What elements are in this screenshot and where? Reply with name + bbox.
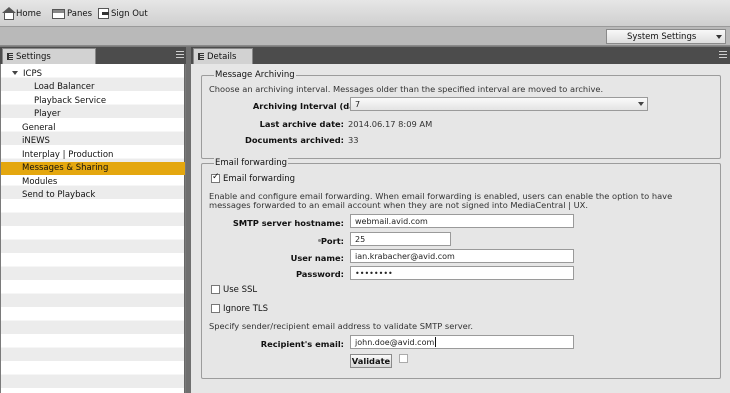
tree-item-inews[interactable]: iNEWS [1,135,185,149]
home-button[interactable]: Home [2,6,42,21]
panel-menu-icon[interactable] [176,51,184,59]
email-forwarding-checkbox-label: Email forwarding [223,174,296,184]
details-panel: Message Archiving Choose an archiving in… [191,64,730,393]
tree-item-player[interactable]: Player [1,108,185,122]
layout-strip: System Settings [0,27,730,46]
user-name-label: User name: [290,253,344,263]
tree-item-label: Load Balancer [34,82,95,93]
tree-item-label: ICPS [23,68,42,79]
tree-item-label: General [22,122,56,133]
tree-item-label: Messages & Sharing [22,163,109,174]
ignore-tls-checkbox[interactable] [211,304,220,313]
tab-details-label: Details [207,51,237,62]
settings-tree: ICPS Load Balancer Playback Service Play… [1,64,185,393]
list-icon [7,53,13,60]
archiving-interval-value: 7 [355,99,361,109]
last-archive-date-value: 2014.06.17 8:09 AM [348,119,433,129]
archiving-interval-select[interactable]: 7 [350,97,648,111]
settings-panel-header: Settings [0,47,186,64]
system-settings-value: System Settings [627,31,697,42]
email-forwarding-legend: Email forwarding [214,158,289,168]
tree-item-label: Playback Service [34,95,107,106]
email-forwarding-description-line2: messages forwarded to an email account w… [209,200,588,210]
tree-item-send-to-playback[interactable]: Send to Playback [1,189,185,203]
tree-item-load-balancer[interactable]: Load Balancer [1,81,185,95]
archiving-description: Choose an archiving interval. Messages o… [209,84,604,94]
tree-item-label: Send to Playback [22,190,96,201]
last-archive-date-label: Last archive date: [259,119,344,129]
sign-out-label: Sign Out [111,8,148,19]
home-icon [2,6,16,20]
tree-item-interplay-production[interactable]: Interplay | Production [1,148,185,162]
tree-item-label: Player [34,109,61,120]
system-settings-dropdown[interactable]: System Settings [606,29,726,44]
tab-settings-label: Settings [16,51,51,62]
home-label: Home [16,8,42,19]
tree-item-messages-sharing[interactable]: Messages & Sharing [1,161,185,175]
use-ssl-checkbox[interactable] [211,285,220,294]
recipient-email-label: Recipient's email: [260,339,344,349]
recipient-email-input[interactable]: john.doe@avid.com [350,335,574,349]
use-ssl-label: Use SSL [223,285,258,295]
smtp-hostname-input[interactable]: webmail.avid.com [350,214,574,228]
panes-icon [52,8,65,19]
message-archiving-legend: Message Archiving [214,70,296,80]
tab-settings[interactable]: Settings [2,48,96,64]
email-forwarding-checkbox[interactable] [211,172,220,183]
tab-details[interactable]: Details [193,48,253,64]
sign-out-button[interactable]: Sign Out [98,6,148,21]
tree-item-label: iNEWS [22,136,50,147]
password-input[interactable]: •••••••• [350,266,574,280]
text-caret [435,337,437,347]
tree-item-label: Modules [22,176,58,187]
smtp-hostname-label: SMTP server hostname: [232,218,344,228]
chevron-down-icon [716,35,722,39]
tree-item-label: Interplay | Production [22,149,114,160]
recipient-email-value: john.doe@avid.com [355,337,435,347]
port-label: Port: [320,236,344,246]
sign-out-icon [98,8,109,19]
panes-button[interactable]: Panes [52,6,92,21]
tree-item-playback-service[interactable]: Playback Service [1,94,185,108]
user-name-input[interactable]: ian.krabacher@avid.com [350,249,574,263]
chevron-down-icon [638,102,644,106]
tree-item-modules[interactable]: Modules [1,175,185,189]
ignore-tls-label: Ignore TLS [223,304,269,314]
panel-menu-icon[interactable] [719,51,727,59]
details-panel-header: Details [191,47,730,64]
expand-arrow-icon[interactable] [12,71,18,75]
port-input[interactable]: 25 [350,232,451,246]
top-toolbar: Home Panes Sign Out [0,0,730,27]
documents-archived-label: Documents archived: [244,135,344,145]
validate-description: Specify sender/recipient email address t… [209,321,474,331]
password-label: Password: [295,269,344,279]
panes-label: Panes [67,8,92,19]
documents-archived-value: 33 [348,135,359,145]
tree-item-general[interactable]: General [1,121,185,135]
validation-status-checkbox [399,354,408,363]
list-icon [198,53,204,60]
archiving-interval-label: Archiving Interval (days): [252,101,372,111]
validate-button[interactable]: Validate [350,354,392,368]
tree-item-icps[interactable]: ICPS [1,67,185,81]
